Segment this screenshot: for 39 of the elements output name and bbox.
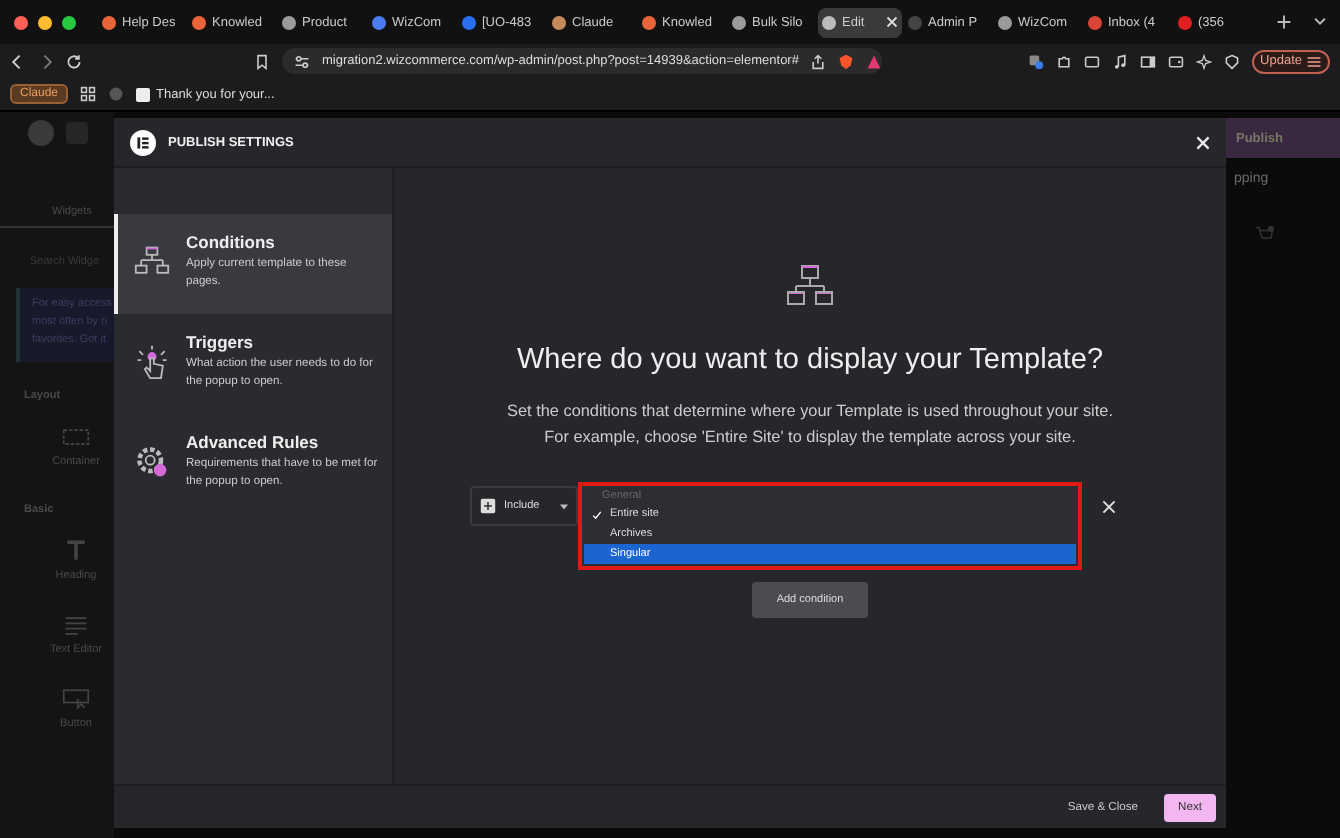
sitemap-icon — [134, 244, 170, 280]
caret-icon — [560, 503, 568, 509]
close-window-button[interactable] — [14, 15, 28, 29]
sidebar-icon[interactable] — [1140, 53, 1157, 69]
gear-icon — [134, 444, 170, 480]
sparkle-icon[interactable] — [1196, 53, 1213, 69]
nav-item-title: Triggers — [186, 332, 256, 352]
new-tab-icon[interactable] — [1276, 14, 1292, 30]
heading-icon — [62, 540, 90, 562]
close-icon[interactable] — [886, 16, 898, 28]
minimize-window-button[interactable] — [38, 15, 52, 29]
plus-icon — [480, 498, 496, 514]
remove-icon[interactable] — [1102, 500, 1116, 514]
shield-icon[interactable] — [1224, 53, 1241, 69]
forward-icon[interactable] — [38, 53, 54, 69]
share-icon[interactable] — [810, 53, 827, 69]
zoom-window-button[interactable] — [62, 15, 76, 29]
text-editor-icon — [62, 614, 90, 636]
triangle-icon[interactable] — [866, 53, 883, 69]
music-icon[interactable] — [1112, 53, 1129, 69]
button-icon — [62, 688, 90, 710]
translate-icon[interactable] — [1028, 53, 1045, 69]
wallet-icon[interactable] — [1168, 53, 1185, 69]
nav-item-title: Conditions — [186, 232, 277, 252]
sitemap-icon — [786, 264, 834, 308]
back-icon[interactable] — [10, 53, 26, 69]
nav-item-title: Advanced Rules — [186, 432, 321, 452]
dialog-description: Set the conditions that determine where your Template is used throughout your site. For example, choose 'Entire Site' to display the template across your site. — [505, 400, 1115, 450]
container-icon — [62, 426, 90, 448]
reload-icon[interactable] — [66, 53, 82, 69]
chevron-icon[interactable] — [1312, 14, 1328, 30]
dialog-heading: Where do you want to display your Template? — [516, 344, 1104, 376]
site-settings-icon[interactable] — [294, 53, 310, 69]
close-icon[interactable] — [1196, 135, 1210, 149]
grid-icon[interactable] — [80, 86, 97, 102]
bookmark-icon[interactable] — [254, 53, 270, 69]
menu-icon — [1306, 53, 1322, 69]
pointer-hand-icon — [134, 344, 170, 380]
reader-icon[interactable] — [1084, 53, 1101, 69]
